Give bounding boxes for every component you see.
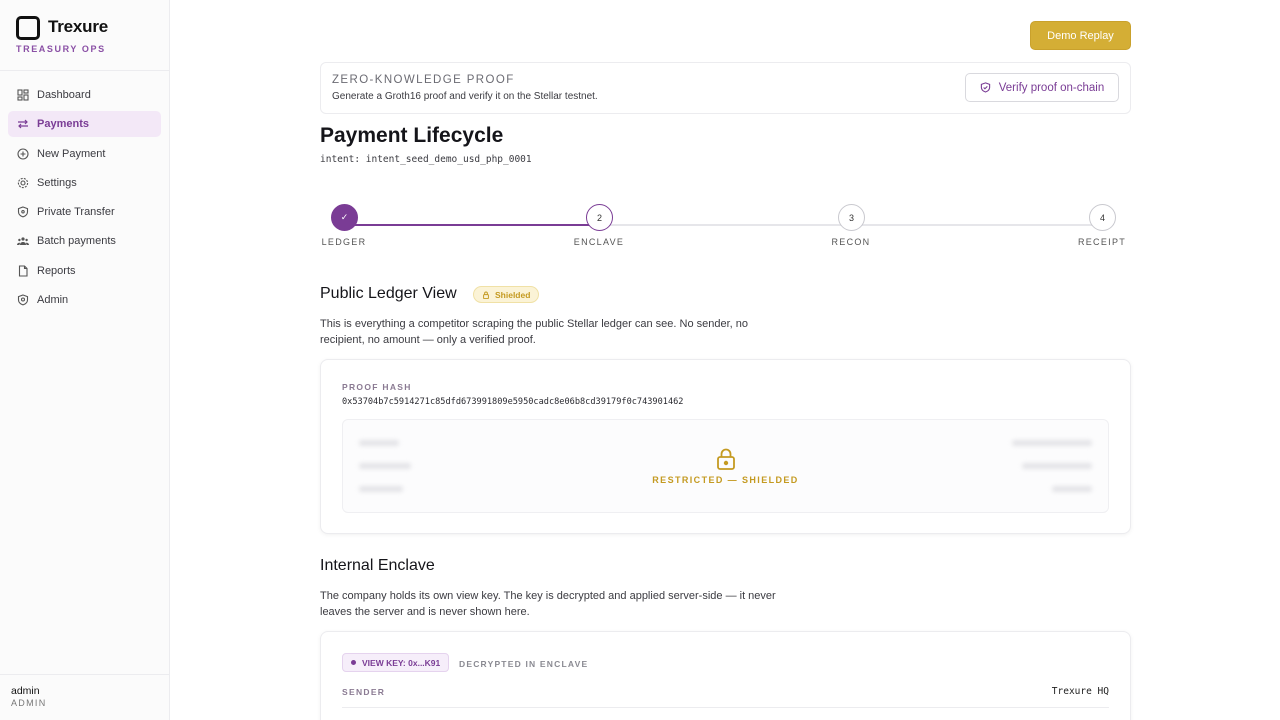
proof-hash-value[interactable]: 0x53704b7c5914271c85dfd673991809e5950cad… [342,397,683,407]
sidebar-item-label: Reports [37,264,76,277]
sender-value: Trexure HQ [1051,686,1109,697]
plus-circle-icon [16,147,29,160]
shield-check-icon [980,82,990,93]
brand-subtitle: TREASURY OPS [16,44,106,54]
step-label-receipt: RECEIPT [1077,237,1127,247]
lock-icon [717,448,735,470]
shield-check-icon [16,294,29,307]
sidebar-item-private-transfer[interactable]: Private Transfer [8,199,161,225]
sidebar-item-label: New Payment [37,147,106,160]
internal-enclave-description: The company holds its own view key. The … [320,590,776,618]
verify-proof-label: Verify proof on-chain [998,81,1105,94]
page-title: Payment Lifecycle [320,124,504,147]
sidebar-item-label: Settings [37,176,77,189]
blurred-field [359,486,403,492]
view-key-badge: VIEW KEY: 0x...K91 [342,653,450,672]
step-label-recon: RECON [831,237,871,247]
lock-icon [483,291,489,299]
sidebar-item-admin[interactable]: Admin [8,287,161,313]
user-role: ADMIN [11,698,47,708]
shielded-badge: Shielded [473,286,540,303]
sidebar-item-label: Payments [37,118,89,131]
public-ledger-card: PROOF HASH 0x53704b7c5914271c85dfd673991… [320,359,1131,534]
blurred-field [359,440,399,446]
sidebar: Trexure TREASURY OPS Dashboard Payments … [0,0,170,720]
blurred-field [359,463,411,469]
public-ledger-title: Public Ledger View [320,285,457,302]
sidebar-item-payments[interactable]: Payments [8,111,161,138]
public-ledger-description: This is everything a competitor scraping… [320,318,749,346]
brand-logo [16,16,40,40]
blurred-field [1022,463,1092,469]
sidebar-item-label: Batch payments [37,235,116,248]
step-ledger[interactable]: ✓ [331,204,358,231]
status-dot [351,660,356,665]
sidebar-item-label: Admin [37,294,69,307]
sidebar-item-label: Dashboard [37,89,91,101]
sidebar-item-new-payment[interactable]: New Payment [8,141,161,167]
step-enclave[interactable]: 2 [586,204,613,231]
sidebar-item-reports[interactable]: Reports [8,258,161,284]
intent-id: intent: intent_seed_demo_usd_php_0001 [320,154,532,165]
brand: Trexure TREASURY OPS [0,0,169,71]
sender-label: SENDER [342,687,386,697]
step-label-ledger: LEDGER [321,237,367,247]
step-recon[interactable]: 3 [838,204,865,231]
proof-hash-label: PROOF HASH [342,382,412,392]
restricted-panel: RESTRICTED — SHIELDED [342,419,1109,513]
shield-icon [16,206,29,219]
user-panel[interactable]: admin ADMIN [0,674,169,720]
sidebar-nav: Dashboard Payments New Payment Settings … [8,82,161,316]
verify-proof-button[interactable]: Verify proof on-chain [965,73,1119,102]
blurred-field [1012,440,1092,446]
decrypted-label: DECRYPTED IN ENCLAVE [459,659,589,669]
row-divider [342,707,1109,708]
grid-icon [16,89,29,102]
sidebar-item-settings[interactable]: Settings [8,170,161,196]
brand-name: Trexure [48,17,109,36]
arrows-exchange-icon [16,118,29,131]
document-icon [16,264,29,277]
gear-icon [16,176,29,189]
zk-description: Generate a Groth16 proof and verify it o… [332,91,598,102]
stepper-track-complete [344,224,599,226]
zk-title: ZERO-KNOWLEDGE PROOF [332,74,515,86]
enclave-card: VIEW KEY: 0x...K91 DECRYPTED IN ENCLAVE … [320,631,1131,720]
user-name: admin [11,685,40,697]
sidebar-item-label: Private Transfer [37,206,115,219]
users-icon [16,235,29,248]
step-label-enclave: ENCLAVE [573,237,625,247]
demo-replay-button[interactable]: Demo Replay [1030,21,1131,50]
sidebar-item-batch-payments[interactable]: Batch payments [8,228,161,254]
shielded-badge-label: Shielded [495,289,531,300]
view-key-label: VIEW KEY: 0x...K91 [362,657,441,668]
internal-enclave-title: Internal Enclave [320,557,435,574]
sidebar-item-dashboard[interactable]: Dashboard [8,82,161,108]
step-receipt[interactable]: 4 [1089,204,1116,231]
blurred-field [1052,486,1092,492]
zk-proof-card: ZERO-KNOWLEDGE PROOF Generate a Groth16 … [320,62,1131,114]
restricted-label: RESTRICTED — SHIELDED [652,475,799,485]
